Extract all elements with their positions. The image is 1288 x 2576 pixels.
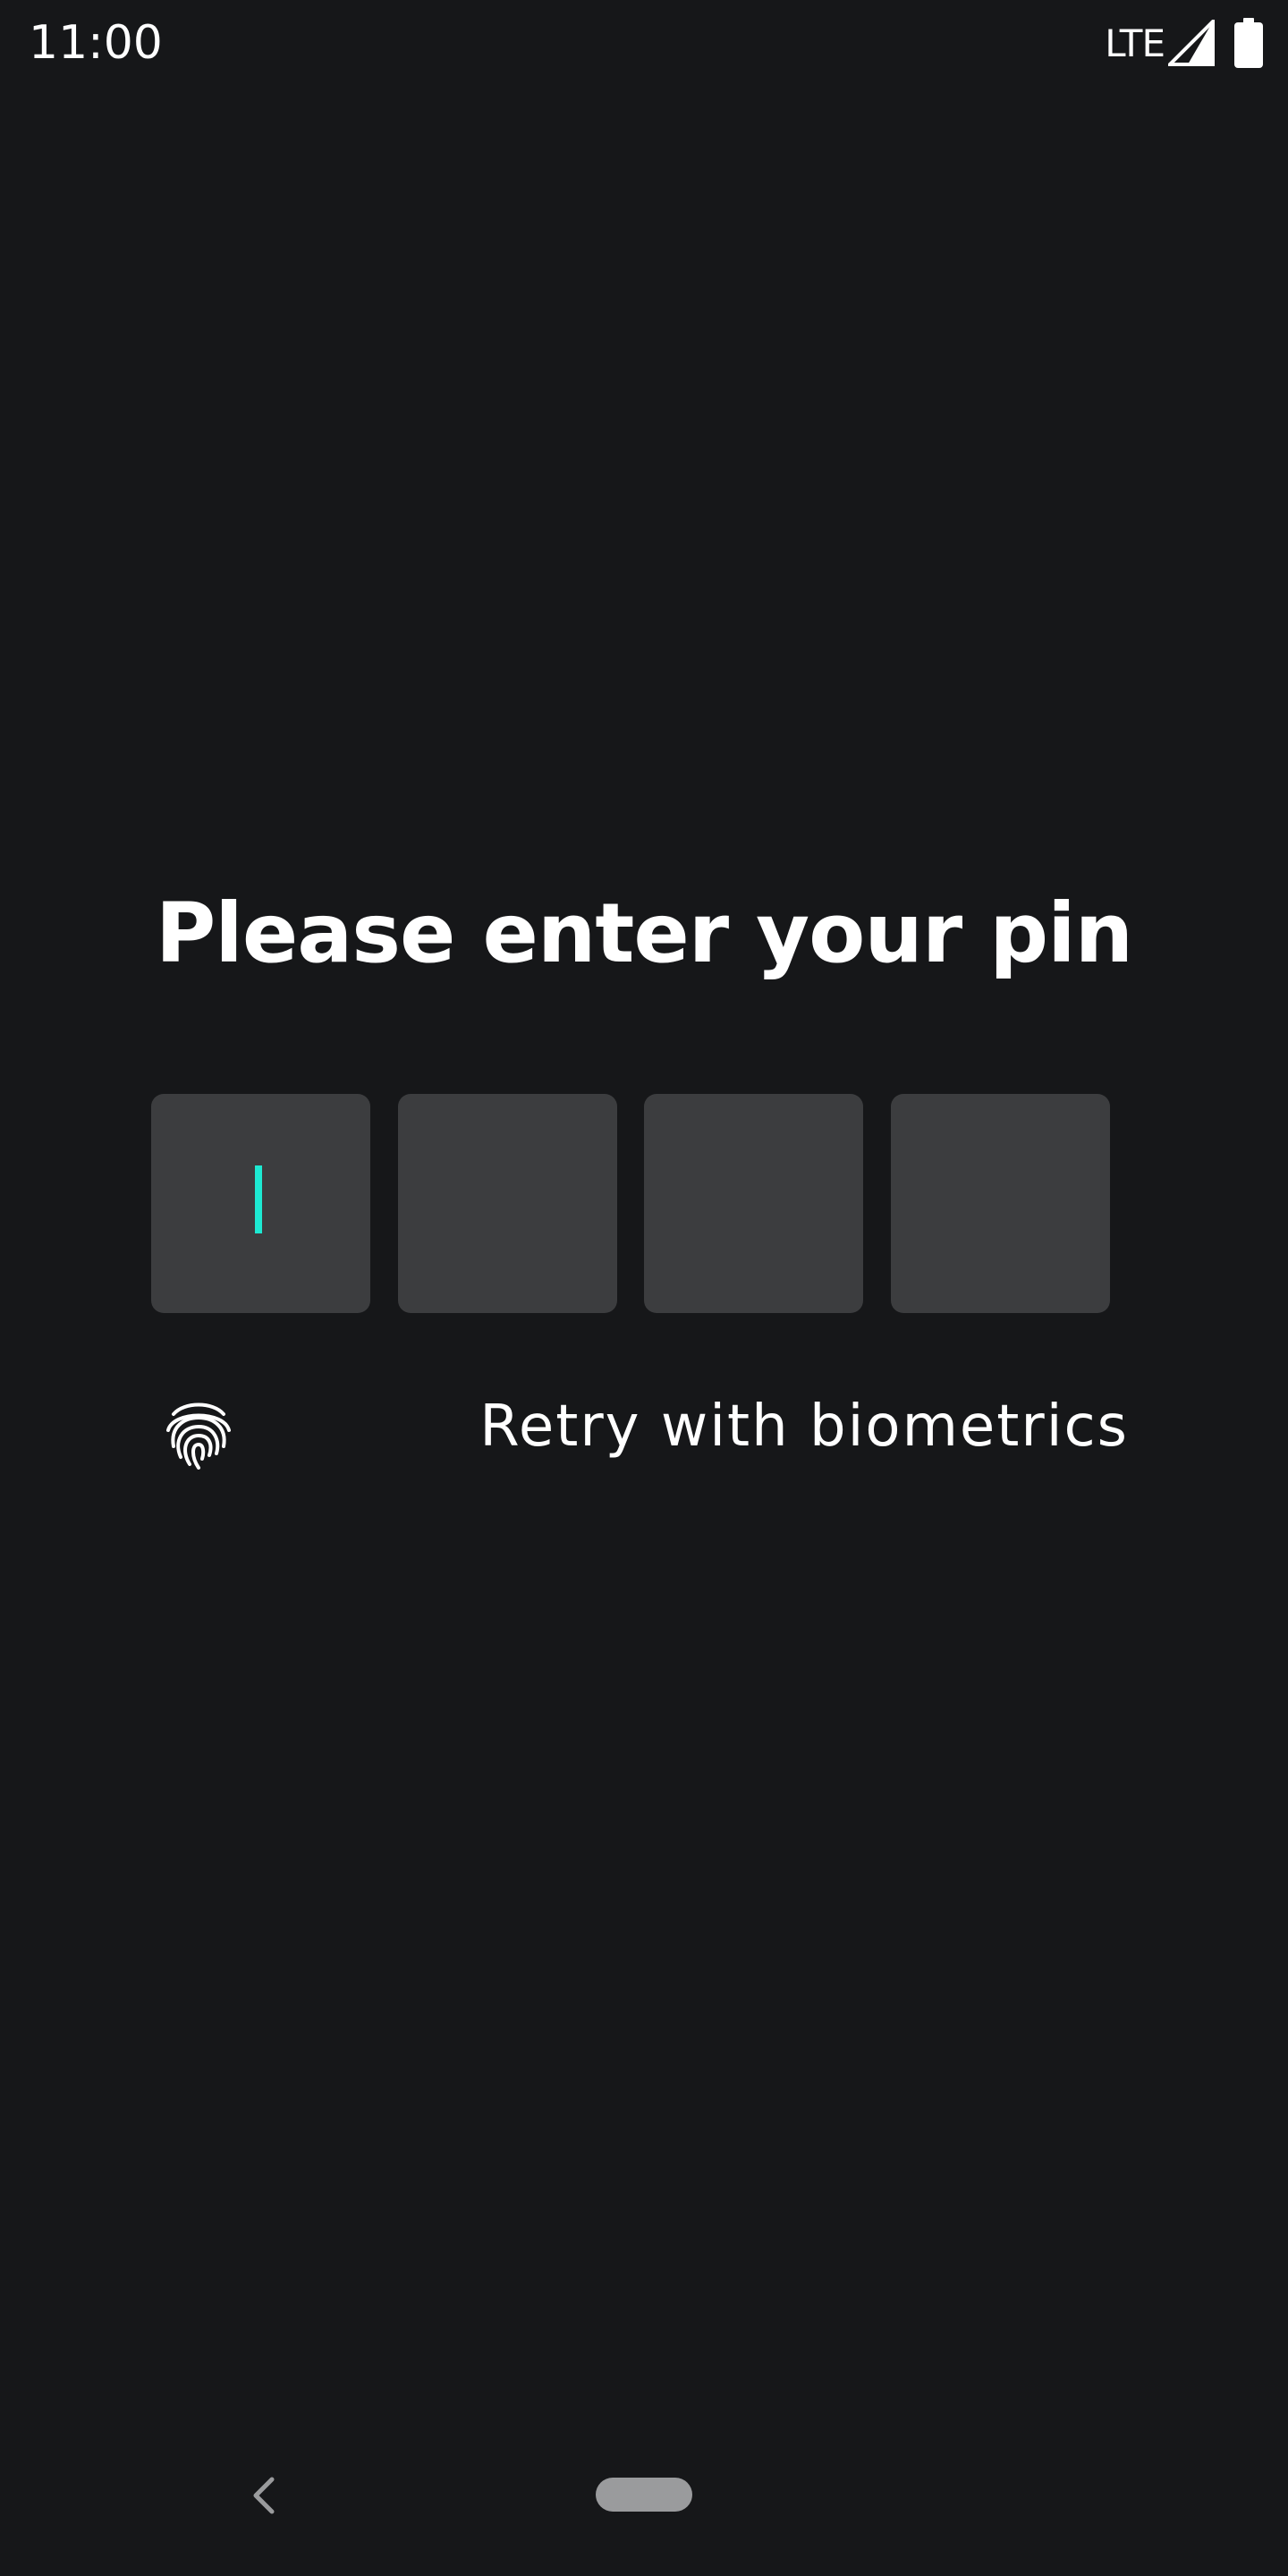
pin-digit-box-2[interactable] bbox=[398, 1094, 617, 1313]
home-pill[interactable] bbox=[596, 2478, 692, 2512]
status-icons: LTE bbox=[1105, 16, 1263, 70]
pin-digit-box-4[interactable] bbox=[891, 1094, 1110, 1313]
retry-biometrics-button[interactable]: Retry with biometrics bbox=[161, 1382, 1145, 1480]
text-cursor bbox=[255, 1165, 262, 1233]
navigation-bar bbox=[0, 2433, 1288, 2576]
battery-icon bbox=[1234, 18, 1263, 68]
signal-icon bbox=[1168, 20, 1215, 66]
page-title: Please enter your pin bbox=[155, 886, 1133, 981]
back-icon[interactable] bbox=[242, 2469, 286, 2522]
status-time: 11:00 bbox=[29, 16, 163, 70]
pin-input-row bbox=[151, 1094, 1110, 1313]
pin-digit-box-3[interactable] bbox=[644, 1094, 863, 1313]
retry-biometrics-label: Retry with biometrics bbox=[479, 1394, 1129, 1460]
fingerprint-icon bbox=[166, 1402, 231, 1470]
network-type: LTE bbox=[1105, 21, 1165, 65]
pin-digit-box-1[interactable] bbox=[151, 1094, 370, 1313]
status-bar: 11:00 LTE bbox=[0, 0, 1288, 86]
